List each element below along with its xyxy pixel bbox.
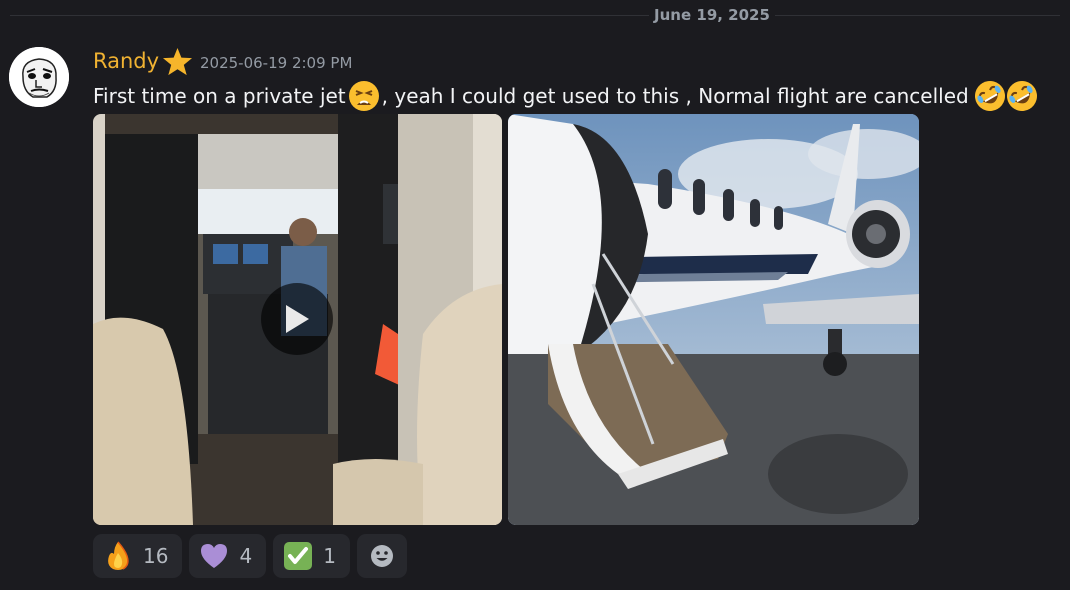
rolling-on-floor-laughing-icon — [1006, 80, 1037, 111]
message-text-part2: , yeah I could get used to this , Normal… — [381, 84, 969, 108]
avatar[interactable] — [9, 47, 69, 107]
play-icon — [286, 305, 309, 333]
message-text: First time on a private jet , yeah I cou… — [93, 80, 1038, 112]
date-divider-label: June 19, 2025 — [649, 4, 775, 26]
check-mark-button-icon — [283, 541, 313, 571]
reaction-count: 16 — [143, 544, 169, 568]
purple-heart-icon — [199, 541, 229, 571]
reaction-purple-heart[interactable]: 4 — [189, 534, 267, 578]
reaction-fire[interactable]: 16 — [93, 534, 183, 578]
reaction-count: 1 — [323, 544, 336, 568]
jet-door-photo — [508, 114, 919, 525]
date-divider-line — [10, 15, 1060, 16]
username[interactable]: Randy — [93, 48, 159, 74]
star-icon — [162, 47, 193, 76]
reaction-check-mark[interactable]: 1 — [273, 534, 350, 578]
smiley-add-icon — [367, 541, 397, 571]
play-button[interactable] — [261, 283, 333, 355]
add-reaction-button[interactable] — [356, 534, 407, 578]
weary-face-icon — [348, 81, 379, 111]
message-text-part1: First time on a private jet — [93, 84, 346, 108]
image-attachment[interactable] — [508, 114, 919, 525]
reaction-count: 4 — [239, 544, 253, 568]
fire-icon — [103, 541, 133, 571]
rolling-on-floor-laughing-icon — [974, 80, 1005, 111]
timestamp[interactable]: 2025-06-19 2:09 PM — [200, 53, 352, 73]
video-attachment[interactable] — [93, 114, 502, 525]
reactions-bar: 16 4 1 — [93, 534, 407, 578]
